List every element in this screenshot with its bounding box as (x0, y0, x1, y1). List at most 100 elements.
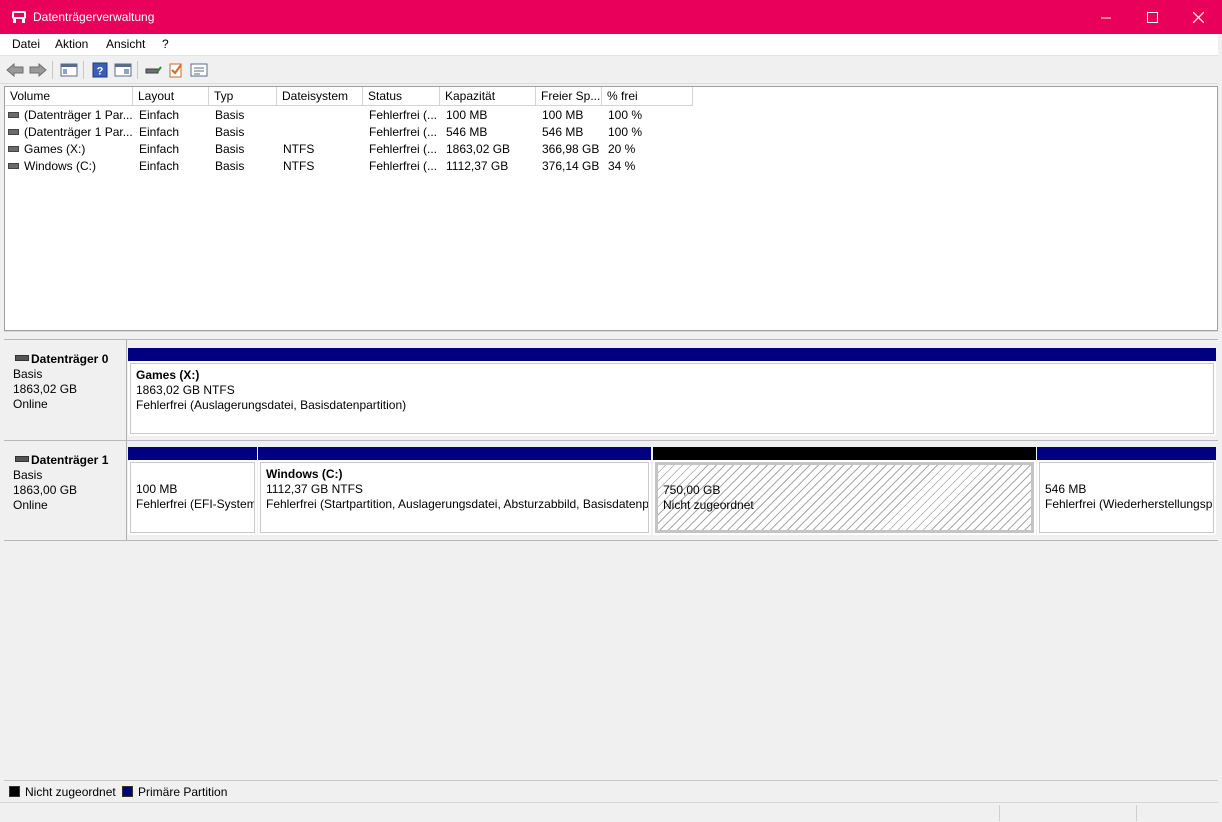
help-icon: ? (92, 62, 108, 78)
partition-bar (653, 447, 1036, 460)
partition-bar (128, 348, 1216, 361)
properties-button[interactable] (189, 60, 209, 80)
toolbar-separator (83, 61, 84, 79)
partition-bar (1037, 447, 1216, 460)
column-header-prozent-frei[interactable]: % frei (602, 87, 693, 106)
disk-1-label[interactable]: Datenträger 1 Basis 1863,00 GB Online (4, 441, 127, 540)
partition-size: 1112,37 GB NTFS (266, 482, 363, 496)
menu-help[interactable]: ? (160, 37, 171, 51)
title-bar: Datenträgerverwaltung (0, 0, 1222, 34)
connect-disk-button[interactable] (143, 60, 163, 80)
partition-status: Fehlerfrei (Wiederherstellungspartition) (1045, 497, 1213, 511)
column-header-freier-speicher[interactable]: Freier Sp... (536, 87, 602, 106)
table-row[interactable]: Games (X:) Einfach Basis NTFS Fehlerfrei… (5, 141, 695, 158)
partition-games[interactable]: Games (X:) 1863,02 GB NTFS Fehlerfrei (A… (128, 348, 1216, 436)
cell-dateisystem: NTFS (283, 159, 315, 173)
check-button[interactable] (166, 60, 186, 80)
legend-swatch-unallocated (9, 786, 20, 797)
back-button[interactable] (5, 60, 25, 80)
disk-1-size: 1863,00 GB (13, 483, 78, 497)
cell-volume: Windows (C:) (24, 159, 97, 173)
window-view-icon (114, 63, 132, 77)
cell-status: Fehlerfrei (... (369, 125, 438, 139)
partition-title: Windows (C:) (266, 467, 343, 481)
cell-volume: (Datenträger 1 Par... (24, 108, 133, 122)
table-row[interactable]: (Datenträger 1 Par... Einfach Basis Fehl… (5, 107, 695, 124)
menu-aktion[interactable]: Aktion (53, 37, 90, 51)
cell-layout: Einfach (139, 159, 180, 173)
cell-freier-speicher: 100 MB (542, 108, 584, 122)
cell-typ: Basis (215, 125, 245, 139)
cell-kapazitaet: 546 MB (446, 125, 488, 139)
cell-typ: Basis (215, 159, 245, 173)
partition-body: Games (X:) 1863,02 GB NTFS Fehlerfrei (A… (130, 363, 1214, 434)
cell-dateisystem: NTFS (283, 142, 315, 156)
disk-management-app-icon (12, 11, 26, 23)
disk-1-state: Online (13, 498, 48, 512)
partition-body: 546 MB Fehlerfrei (Wiederherstellungspar… (1039, 462, 1214, 533)
close-button[interactable] (1175, 0, 1221, 34)
column-header-dateisystem[interactable]: Dateisystem (277, 87, 363, 106)
partition-body: Windows (C:) 1112,37 GB NTFS Fehlerfrei … (260, 462, 649, 533)
divider (4, 339, 1218, 340)
arrow-right-icon (29, 63, 47, 77)
menu-datei[interactable]: Datei (10, 37, 42, 51)
legend-label-primary: Primäre Partition (138, 785, 228, 799)
disk-1-name-line: Datenträger 1 (13, 453, 126, 468)
cell-freier-speicher: 546 MB (542, 125, 584, 139)
disk-0-name-line: Datenträger 0 (13, 352, 126, 367)
cell-volume: (Datenträger 1 Par... (24, 125, 133, 139)
volume-icon (8, 163, 19, 169)
legend: Nicht zugeordnet Primäre Partition (4, 780, 1218, 802)
partition-recovery[interactable]: 546 MB Fehlerfrei (Wiederherstellungspar… (1037, 447, 1216, 535)
cell-layout: Einfach (139, 125, 180, 139)
partition-status: Nicht zugeordnet (663, 498, 754, 512)
cell-prozent-frei: 100 % (608, 108, 643, 122)
partition-unallocated[interactable]: 750,00 GB Nicht zugeordnet (653, 447, 1036, 535)
partition-bar (258, 447, 651, 460)
cell-freier-speicher: 366,98 GB (542, 142, 600, 156)
table-row[interactable]: Windows (C:) Einfach Basis NTFS Fehlerfr… (5, 158, 695, 175)
close-icon (1192, 11, 1204, 23)
column-header-kapazitaet[interactable]: Kapazität (440, 87, 536, 106)
forward-button[interactable] (28, 60, 48, 80)
maximize-button[interactable] (1129, 0, 1175, 34)
cell-prozent-frei: 100 % (608, 125, 643, 139)
column-header-volume[interactable]: Volume (5, 87, 133, 106)
toolbar-separator (52, 61, 53, 79)
minimize-button[interactable] (1083, 0, 1129, 34)
status-separator (999, 805, 1000, 821)
cell-status: Fehlerfrei (... (369, 142, 438, 156)
cell-kapazitaet: 1863,02 GB (446, 142, 511, 156)
help-button[interactable]: ? (90, 60, 110, 80)
cell-prozent-frei: 34 % (608, 159, 636, 173)
cell-kapazitaet: 100 MB (446, 108, 488, 122)
column-header-status[interactable]: Status (363, 87, 440, 106)
partition-size: 750,00 GB (663, 483, 721, 497)
column-header-typ[interactable]: Typ (209, 87, 277, 106)
disk-1-name: Datenträger 1 (31, 453, 109, 467)
menu-bar: Datei Aktion Ansicht ? (0, 34, 1222, 56)
menu-ansicht[interactable]: Ansicht (104, 37, 147, 51)
column-header-layout[interactable]: Layout (133, 87, 209, 106)
partition-size: 546 MB (1045, 482, 1087, 496)
toolbar-separator (137, 61, 138, 79)
hard-disk-icon (15, 456, 29, 462)
cell-kapazitaet: 1112,37 GB (446, 159, 509, 173)
show-hide-console-tree-button[interactable] (59, 60, 79, 80)
divider (4, 540, 1218, 541)
status-bar (0, 802, 1222, 822)
disk-0-label[interactable]: Datenträger 0 Basis 1863,02 GB Online (4, 340, 127, 440)
status-separator (1136, 805, 1137, 821)
partition-size: 1863,02 GB NTFS (136, 383, 235, 397)
partition-efi[interactable]: 100 MB Fehlerfrei (EFI-Systempartition) (128, 447, 257, 535)
disk-0-size: 1863,02 GB (13, 382, 78, 396)
partition-status: Fehlerfrei (EFI-Systempartition) (136, 497, 254, 511)
disk-view: Datenträger 0 Basis 1863,02 GB Online Ga… (4, 337, 1218, 779)
cell-prozent-frei: 20 % (608, 142, 636, 156)
table-row[interactable]: (Datenträger 1 Par... Einfach Basis Fehl… (5, 124, 695, 141)
view-properties-button[interactable] (113, 60, 133, 80)
svg-text:?: ? (97, 66, 104, 78)
legend-label-unallocated: Nicht zugeordnet (25, 785, 116, 799)
partition-windows[interactable]: Windows (C:) 1112,37 GB NTFS Fehlerfrei … (258, 447, 651, 535)
